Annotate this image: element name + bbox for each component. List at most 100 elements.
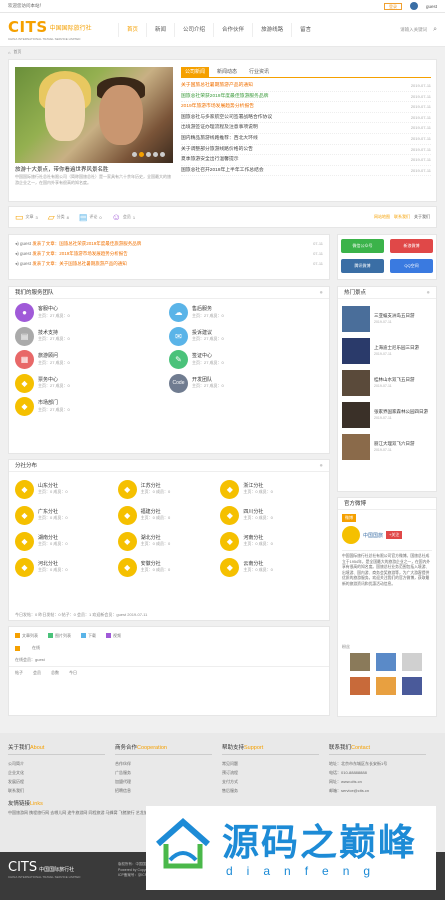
tab-news-updates[interactable]: 新闻动态 bbox=[213, 67, 241, 77]
content-type-label[interactable]: 下载 bbox=[88, 633, 96, 638]
team-item[interactable]: ☁ 售后服务 主页：27 成员：0 bbox=[169, 301, 323, 325]
hot-thumbnail[interactable] bbox=[342, 370, 370, 396]
footer-link[interactable]: 网址：www.cits.cn bbox=[329, 777, 436, 786]
news-item[interactable]: 关于调整部分旅游线路价格的公告 2019-07-11 bbox=[181, 145, 431, 156]
tab-company-news[interactable]: 公司新闻 bbox=[181, 67, 210, 77]
news-title[interactable]: 国内精品旅游线路推荐：西北大环线 bbox=[181, 134, 381, 144]
footer-link[interactable]: 发展历程 bbox=[8, 777, 115, 786]
footer-link[interactable]: 合作伙伴 bbox=[115, 759, 222, 768]
hot-thumbnail[interactable] bbox=[342, 402, 370, 428]
fan-avatar[interactable] bbox=[402, 653, 422, 671]
wechat-button[interactable]: 微信公众号 bbox=[341, 239, 384, 253]
branch-item[interactable]: ◆ 浙江分社 主页：0 成员：0 bbox=[220, 476, 323, 502]
footer-link[interactable]: 邮箱：service@cits.cn bbox=[329, 786, 436, 795]
nav-partners[interactable]: 合作伙伴 bbox=[213, 22, 252, 37]
footer-link[interactable]: 广告服务 bbox=[115, 768, 222, 777]
footer-link[interactable]: 加盟代理 bbox=[115, 777, 222, 786]
footer-link[interactable]: 联系我们 bbox=[8, 786, 115, 795]
weibo-button[interactable]: 新浪微博 bbox=[390, 239, 433, 253]
content-type-link[interactable]: 视频 bbox=[106, 633, 121, 639]
content-type-label[interactable]: 图片列表 bbox=[55, 633, 71, 638]
site-logo[interactable]: CITS 中国国际旅行社 CHINA INTERNATIONAL TRAVEL S… bbox=[8, 18, 110, 41]
more-icon[interactable]: ● bbox=[319, 287, 323, 298]
news-item[interactable]: 夏季旅游安全出行温馨提示 2019-07-11 bbox=[181, 155, 431, 166]
branch-item[interactable]: ◆ 安徽分社 主页：0 成员：0 bbox=[117, 554, 221, 580]
login-button[interactable]: 登录 bbox=[383, 2, 402, 10]
footer-link[interactable]: 支付方式 bbox=[222, 777, 329, 786]
nav-about[interactable]: 公司介绍 bbox=[174, 22, 213, 37]
team-item[interactable]: ▤ 技术支持 主页：27 成员：0 bbox=[15, 325, 169, 349]
follow-button[interactable]: +关注 bbox=[386, 531, 403, 539]
content-type-label[interactable]: 视频 bbox=[113, 633, 121, 638]
fan-avatar[interactable] bbox=[350, 653, 370, 671]
ticker-row[interactable]: ◂) guest 发表了文章：2019年旅游市场发展趋势分析报告 07-11 bbox=[9, 249, 329, 259]
slider-dot[interactable] bbox=[146, 152, 151, 157]
qzone-button[interactable]: QQ空间 bbox=[390, 259, 433, 273]
team-item[interactable]: ✎ 签证中心 主页：27 成员：0 bbox=[169, 348, 323, 372]
slider-dot-active[interactable] bbox=[139, 152, 144, 157]
ticker-row[interactable]: ◂) guest 发表了文章：关于国旅总社暑期旅游产品的通知 07-11 bbox=[9, 259, 329, 269]
slider-dot[interactable] bbox=[132, 152, 137, 157]
fan-avatar[interactable] bbox=[402, 677, 422, 695]
footer-link[interactable]: 公司简介 bbox=[8, 759, 115, 768]
news-title[interactable]: 出境游签证办理流程及注意事项说明 bbox=[181, 123, 381, 133]
breadcrumb-home[interactable]: 首页 bbox=[13, 49, 21, 55]
news-title[interactable]: 夏季旅游安全出行温馨提示 bbox=[181, 155, 381, 165]
footer-link[interactable]: 地址：北京市东城区东长安街1号 bbox=[329, 759, 436, 768]
weibo-avatar[interactable] bbox=[342, 526, 360, 544]
search-box[interactable]: 请输入关键词 ⌕ bbox=[400, 26, 437, 34]
team-item[interactable]: ● 客服中心 主页：27 成员：0 bbox=[15, 301, 169, 325]
content-type-link[interactable]: 图片列表 bbox=[48, 633, 71, 639]
branch-item[interactable]: ◆ 河南分社 主页：0 成员：0 bbox=[220, 528, 323, 554]
nav-routes[interactable]: 旅游线路 bbox=[252, 22, 291, 37]
slider-dot[interactable] bbox=[153, 152, 158, 157]
search-icon[interactable]: ⌕ bbox=[433, 26, 437, 34]
hot-item[interactable]: 张家界国家森林公园四日游 2019-07-11 bbox=[338, 399, 436, 431]
branch-item[interactable]: ◆ 云南分社 主页：0 成员：0 bbox=[220, 554, 323, 580]
branch-item[interactable]: ◆ 江苏分社 主页：0 成员：0 bbox=[117, 476, 221, 502]
branch-item[interactable]: ◆ 福建分社 主页：0 成员：0 bbox=[117, 502, 221, 528]
fan-avatar[interactable] bbox=[376, 653, 396, 671]
branch-item[interactable]: ◆ 广东分社 主页：0 成员：0 bbox=[15, 502, 118, 528]
branch-item[interactable]: ◆ 湖北分社 主页：0 成员：0 bbox=[117, 528, 221, 554]
news-title[interactable]: 国旅总社与多家航空公司签署战略合作协议 bbox=[181, 113, 381, 123]
news-item[interactable]: 2019年旅游市场发展趋势分析报告 2019-07-11 bbox=[181, 102, 431, 113]
content-type-link[interactable]: 下载 bbox=[81, 633, 96, 639]
more-icon[interactable]: ● bbox=[426, 287, 430, 298]
slider-dot[interactable] bbox=[160, 152, 165, 157]
hot-item[interactable]: 丽江大理双飞六日游 2019-07-11 bbox=[338, 431, 436, 463]
hot-item[interactable]: 桂林山水双飞五日游 2019-07-11 bbox=[338, 367, 436, 399]
news-item[interactable]: 国内精品旅游线路推荐：西北大环线 2019-07-11 bbox=[181, 134, 431, 145]
link-sitemap[interactable]: 网站地图 bbox=[374, 214, 390, 220]
branch-item[interactable]: ◆ 湖南分社 主页：0 成员：0 bbox=[15, 528, 118, 554]
tab-industry[interactable]: 行业资讯 bbox=[245, 67, 273, 77]
hot-item[interactable]: 上海迪士尼乐园三日游 2019-07-11 bbox=[338, 335, 436, 367]
weibo-tab[interactable]: 微博 bbox=[342, 514, 356, 522]
team-item[interactable]: Code 开发团队 主页：27 成员：0 bbox=[169, 372, 323, 396]
news-title[interactable]: 国旅总社荣获2019年度最佳旅游服务品牌 bbox=[181, 92, 381, 102]
news-item[interactable]: 国旅总社召开2019年上半年工作总结会 2019-07-11 bbox=[181, 166, 431, 177]
nav-home[interactable]: 首页 bbox=[118, 22, 146, 37]
news-item[interactable]: 国旅总社与多家航空公司签署战略合作协议 2019-07-11 bbox=[181, 113, 431, 124]
fan-avatar[interactable] bbox=[376, 677, 396, 695]
branch-item[interactable]: ◆ 山东分社 主页：0 成员：0 bbox=[15, 476, 118, 502]
username[interactable]: guest bbox=[426, 4, 437, 9]
news-title[interactable]: 2019年旅游市场发展趋势分析报告 bbox=[181, 102, 381, 112]
more-icon[interactable]: ● bbox=[319, 460, 323, 471]
news-item[interactable]: 国旅总社荣获2019年度最佳旅游服务品牌 2019-07-11 bbox=[181, 92, 431, 103]
avatar[interactable] bbox=[409, 2, 418, 10]
news-item[interactable]: 关于国旅总社暑期旅游产品的通知 2019-07-11 bbox=[181, 81, 431, 92]
team-item[interactable]: ▦ 旅游顾问 主页：27 成员：0 bbox=[15, 348, 169, 372]
weibo-name[interactable]: 中国国旅 bbox=[363, 532, 383, 539]
nav-news[interactable]: 新闻 bbox=[146, 22, 174, 37]
branch-item[interactable]: ◆ 四川分社 主页：0 成员：0 bbox=[220, 502, 323, 528]
footer-link[interactable]: 预订流程 bbox=[222, 768, 329, 777]
hot-item[interactable]: 三亚蜈支洲岛五日游 2019-07-11 bbox=[338, 303, 436, 335]
slide-title[interactable]: 旅游十大景点，带你看遍世界风景名胜 bbox=[15, 165, 173, 173]
footer-link[interactable]: 招聘信息 bbox=[115, 786, 222, 795]
team-item[interactable]: ✉ 投诉建议 主页：27 成员：0 bbox=[169, 325, 323, 349]
content-type-label[interactable]: 文章列表 bbox=[22, 633, 38, 638]
hot-thumbnail[interactable] bbox=[342, 434, 370, 460]
nav-message[interactable]: 留言 bbox=[291, 22, 319, 37]
news-title[interactable]: 国旅总社召开2019年上半年工作总结会 bbox=[181, 166, 381, 176]
